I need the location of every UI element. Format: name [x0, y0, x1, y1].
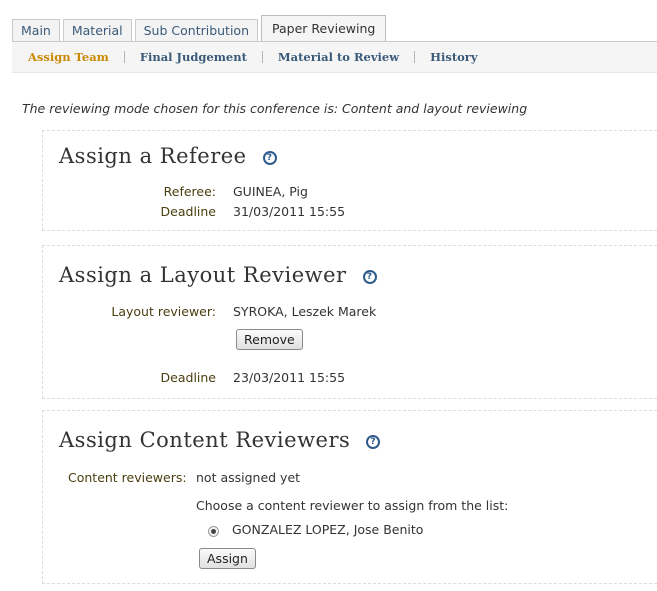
- layout-reviewer-label: Layout reviewer:: [111, 304, 216, 319]
- reviewer-option-radio[interactable]: [208, 526, 219, 537]
- tab-main[interactable]: Main: [12, 19, 60, 42]
- referee-panel: Assign a Referee ? Referee: GUINEA, Pig …: [42, 130, 657, 231]
- referee-panel-title: Assign a Referee ?: [59, 144, 277, 168]
- subnav-assign-team[interactable]: Assign Team: [28, 51, 124, 63]
- reviewer-option-label[interactable]: GONZALEZ LOPEZ, Jose Benito: [232, 522, 423, 537]
- help-icon[interactable]: ?: [362, 270, 377, 284]
- layout-reviewer-value: SYROKA, Leszek Marek: [233, 304, 377, 319]
- layout-title-text: Assign a Layout Reviewer: [59, 263, 347, 287]
- layout-deadline-label: Deadline: [160, 370, 216, 385]
- referee-deadline-label: Deadline: [160, 204, 216, 219]
- help-icon[interactable]: ?: [366, 435, 381, 449]
- content-title-text: Assign Content Reviewers: [59, 428, 351, 452]
- content-panel-title: Assign Content Reviewers ?: [59, 428, 381, 452]
- content-reviewers-value: not assigned yet: [196, 470, 301, 485]
- tab-paper-reviewing[interactable]: Paper Reviewing: [261, 15, 387, 42]
- assign-button[interactable]: Assign: [199, 548, 256, 569]
- remove-button[interactable]: Remove: [236, 329, 303, 350]
- content-reviewers-panel: Assign Content Reviewers ? Content revie…: [42, 410, 657, 584]
- reviewing-mode-text: The reviewing mode chosen for this confe…: [22, 101, 528, 116]
- content-reviewers-label: Content reviewers:: [68, 470, 187, 485]
- layout-reviewer-panel: Assign a Layout Reviewer ? Layout review…: [42, 245, 657, 399]
- subnav-final-judgement[interactable]: Final Judgement: [123, 51, 262, 63]
- subnav-material-to-review[interactable]: Material to Review: [261, 51, 414, 63]
- referee-label: Referee:: [163, 184, 216, 199]
- help-icon[interactable]: ?: [262, 151, 277, 165]
- choose-reviewer-text: Choose a content reviewer to assign from…: [196, 498, 509, 513]
- referee-title-text: Assign a Referee: [59, 144, 247, 168]
- tab-material[interactable]: Material: [62, 19, 132, 42]
- tab-sub-contribution[interactable]: Sub Contribution: [134, 19, 259, 42]
- subnav-bar: Assign Team Final Judgement Material to …: [12, 41, 657, 73]
- referee-deadline-value: 31/03/2011 15:55: [233, 204, 346, 219]
- layout-panel-title: Assign a Layout Reviewer ?: [59, 263, 377, 287]
- referee-value: GUINEA, Pig: [233, 184, 308, 199]
- subnav-history[interactable]: History: [414, 51, 492, 63]
- layout-deadline-value: 23/03/2011 15:55: [233, 370, 346, 385]
- tab-bar: Main Material Sub Contribution Paper Rev…: [12, 15, 389, 42]
